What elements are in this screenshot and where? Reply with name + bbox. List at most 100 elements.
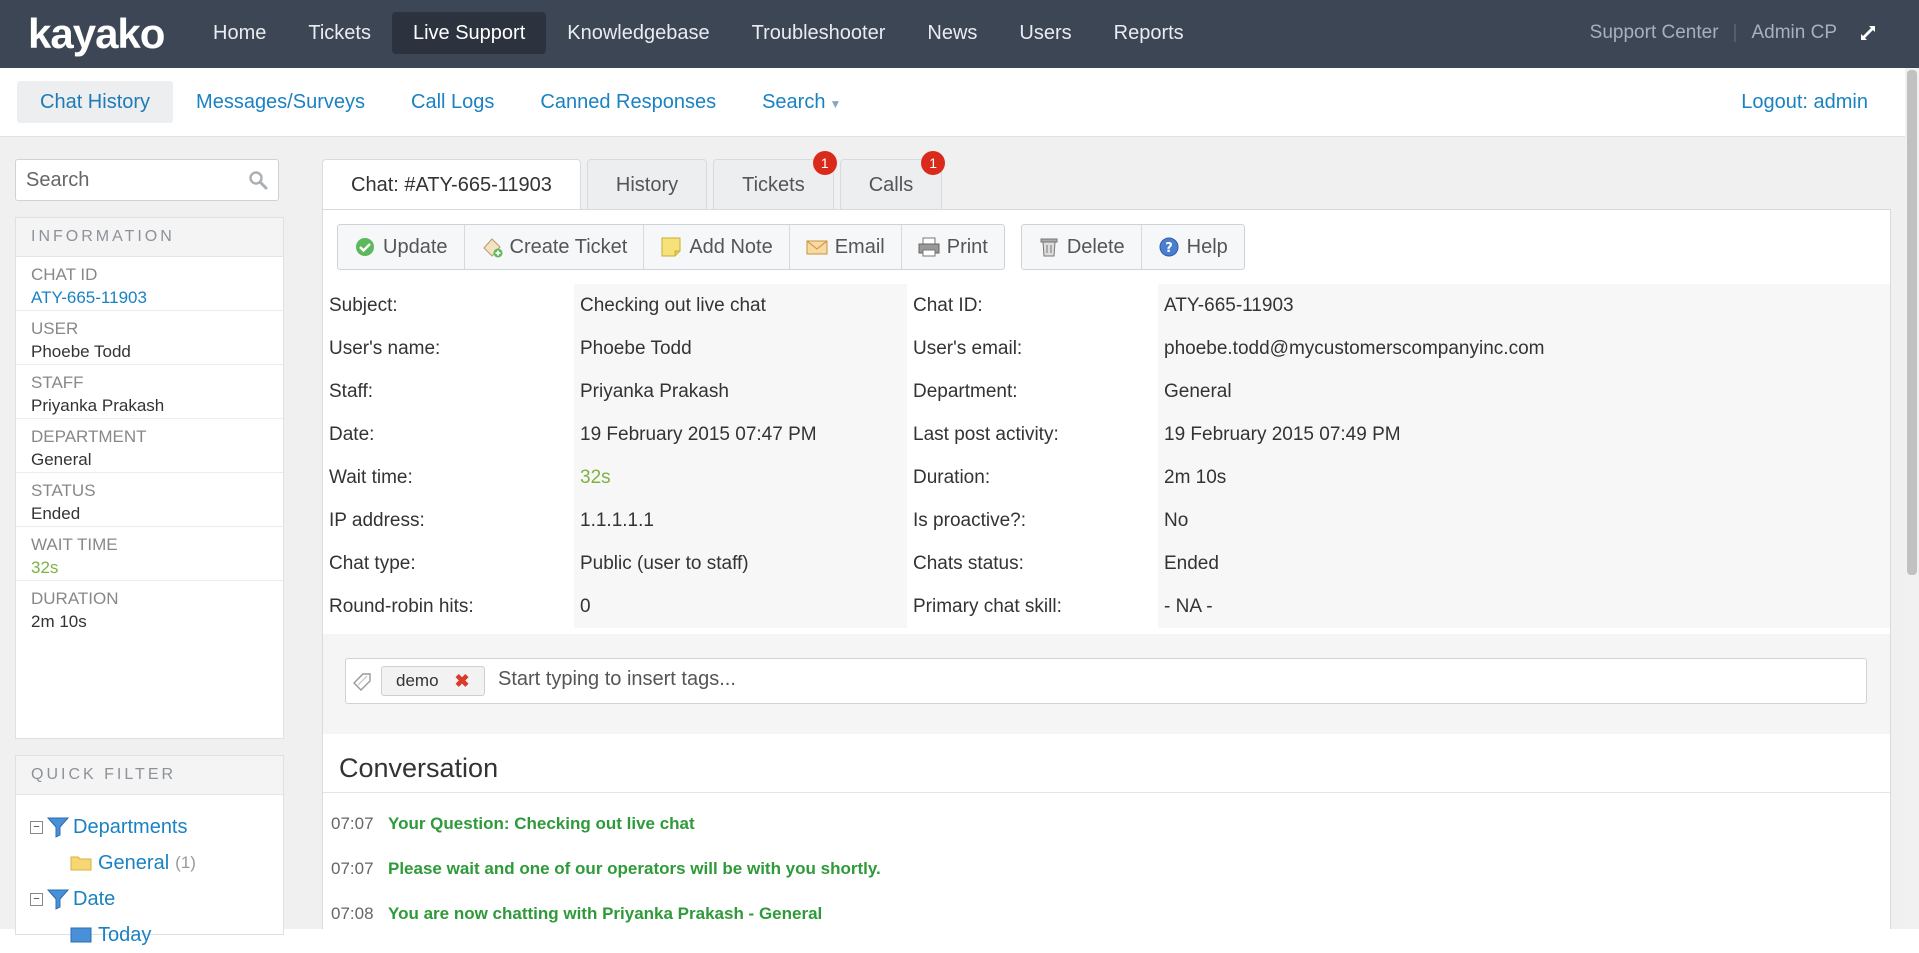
chat-tabs: Chat: #ATY-665-11903 History Tickets 1 C… bbox=[322, 151, 948, 210]
remove-tag-icon[interactable]: ✖ bbox=[455, 671, 470, 692]
subnav-call-logs[interactable]: Call Logs bbox=[388, 81, 517, 123]
subnav-chat-history[interactable]: Chat History bbox=[17, 81, 174, 123]
details-row: IP address: 1.1.1.1.1 Is proactive?: No bbox=[323, 499, 1890, 542]
info-value: Priyanka Prakash bbox=[31, 396, 165, 415]
nav-news[interactable]: News bbox=[906, 12, 998, 54]
nav-reports[interactable]: Reports bbox=[1093, 12, 1205, 54]
message-text: You are now chatting with Priyanka Praka… bbox=[388, 904, 823, 923]
nav-users[interactable]: Users bbox=[998, 12, 1092, 54]
tab-history[interactable]: History bbox=[586, 159, 708, 209]
tree-departments-label: Departments bbox=[73, 815, 188, 838]
detail-value: General bbox=[1158, 370, 1890, 413]
search-icon[interactable] bbox=[248, 170, 268, 190]
top-navbar: kayako Home Tickets Live Support Knowled… bbox=[0, 0, 1919, 68]
tree-date[interactable]: − Date bbox=[30, 881, 283, 917]
info-label: CHAT ID bbox=[31, 265, 98, 284]
tree-today[interactable]: Today bbox=[30, 917, 283, 953]
tag-chip: demo ✖ bbox=[381, 666, 485, 696]
message-time: 07:07 bbox=[331, 814, 374, 833]
detail-value: Ended bbox=[1158, 542, 1890, 585]
information-panel: INFORMATION CHAT ID ATY-665-11903 USER P… bbox=[15, 217, 284, 739]
tab-chat[interactable]: Chat: #ATY-665-11903 bbox=[322, 159, 581, 210]
tag-box: demo ✖ bbox=[345, 658, 1867, 704]
subnav-search[interactable]: Search ▼ bbox=[739, 81, 864, 123]
kayako-logo[interactable]: kayako bbox=[28, 10, 165, 58]
tag-area: demo ✖ bbox=[323, 634, 1890, 734]
details-row: Subject: Checking out live chat Chat ID:… bbox=[323, 284, 1890, 327]
detail-value: phoebe.todd@mycustomerscompanyinc.com bbox=[1158, 327, 1890, 370]
divider bbox=[323, 792, 1890, 793]
tag-icon bbox=[353, 673, 371, 691]
detail-value: 2m 10s bbox=[1158, 456, 1890, 499]
nav-troubleshooter[interactable]: Troubleshooter bbox=[731, 12, 907, 54]
page-scrollbar-thumb[interactable] bbox=[1907, 70, 1917, 575]
conversation-message: 07:07 Please wait and one of our operato… bbox=[331, 859, 881, 879]
filter-tree: − Departments General (1) − Date Today bbox=[16, 795, 283, 953]
collapse-icon[interactable]: − bbox=[30, 892, 43, 906]
tab-tickets[interactable]: Tickets 1 bbox=[713, 151, 837, 209]
logout-link[interactable]: Logout: admin bbox=[1741, 91, 1868, 114]
detail-value: ATY-665-11903 bbox=[1158, 284, 1890, 327]
ticket-add-icon bbox=[482, 238, 502, 258]
tree-date-label: Date bbox=[73, 887, 116, 910]
detail-label: Date: bbox=[323, 413, 574, 456]
tickets-count-badge: 1 bbox=[812, 151, 837, 175]
email-button[interactable]: Email bbox=[790, 225, 902, 269]
detail-value: 19 February 2015 07:49 PM bbox=[1158, 413, 1890, 456]
sub-nav: Chat History Messages/Surveys Call Logs … bbox=[17, 81, 864, 123]
update-button[interactable]: Update bbox=[338, 225, 465, 269]
information-title: INFORMATION bbox=[16, 218, 283, 257]
info-status: STATUS Ended bbox=[16, 473, 283, 527]
detail-value: Phoebe Todd bbox=[574, 327, 907, 370]
calls-count-badge: 1 bbox=[921, 151, 946, 175]
action-toolbar: Update Create Ticket Add Note Email Prin… bbox=[337, 224, 1261, 270]
tree-general-label: General bbox=[98, 851, 170, 874]
secondary-actions: Delete ? Help bbox=[1020, 224, 1245, 270]
detail-label: Is proactive?: bbox=[907, 499, 1158, 542]
info-value: 32s bbox=[31, 558, 59, 577]
tree-general[interactable]: General (1) bbox=[30, 845, 283, 881]
info-value: Ended bbox=[31, 504, 81, 523]
tag-input[interactable] bbox=[496, 667, 1800, 692]
detail-value: 19 February 2015 07:47 PM bbox=[574, 413, 907, 456]
funnel-icon bbox=[47, 817, 69, 838]
details-row: Staff: Priyanka Prakash Department: Gene… bbox=[323, 370, 1890, 413]
separator: | bbox=[1732, 22, 1738, 43]
expand-icon[interactable] bbox=[1859, 24, 1877, 42]
nav-home[interactable]: Home bbox=[192, 12, 287, 54]
info-department: DEPARTMENT General bbox=[16, 419, 283, 473]
help-button[interactable]: ? Help bbox=[1142, 225, 1244, 269]
nav-tickets[interactable]: Tickets bbox=[287, 12, 392, 54]
primary-actions: Update Create Ticket Add Note Email Prin… bbox=[337, 224, 1005, 270]
detail-label: Subject: bbox=[323, 284, 574, 327]
update-label: Update bbox=[383, 235, 448, 258]
note-icon bbox=[661, 237, 681, 257]
sidebar-search bbox=[15, 159, 279, 201]
sidebar-search-input[interactable] bbox=[16, 160, 246, 201]
detail-value: 0 bbox=[574, 585, 907, 628]
info-value: 2m 10s bbox=[31, 612, 87, 631]
info-label: USER bbox=[31, 319, 79, 338]
nav-live-support[interactable]: Live Support bbox=[391, 12, 547, 54]
delete-button[interactable]: Delete bbox=[1022, 225, 1142, 269]
nav-knowledgebase[interactable]: Knowledgebase bbox=[546, 12, 730, 54]
print-button[interactable]: Print bbox=[902, 225, 1004, 269]
collapse-icon[interactable]: − bbox=[30, 820, 43, 834]
tab-calls-label: Calls bbox=[868, 174, 914, 196]
detail-label: Round-robin hits: bbox=[323, 585, 574, 628]
info-label: STATUS bbox=[31, 481, 96, 500]
main-nav: Home Tickets Live Support Knowledgebase … bbox=[192, 12, 1205, 54]
create-ticket-button[interactable]: Create Ticket bbox=[465, 225, 645, 269]
add-note-button[interactable]: Add Note bbox=[644, 225, 790, 269]
subnav-canned-responses[interactable]: Canned Responses bbox=[517, 81, 739, 123]
info-value[interactable]: ATY-665-11903 bbox=[31, 285, 268, 311]
tab-calls[interactable]: Calls 1 bbox=[839, 151, 946, 209]
tree-departments[interactable]: − Departments bbox=[30, 809, 283, 845]
admin-cp-link[interactable]: Admin CP bbox=[1751, 22, 1837, 44]
subnav-messages-surveys[interactable]: Messages/Surveys bbox=[173, 81, 388, 123]
info-label: DURATION bbox=[31, 589, 119, 608]
detail-label: Primary chat skill: bbox=[907, 585, 1158, 628]
support-center-link[interactable]: Support Center bbox=[1590, 22, 1719, 44]
conversation-title: Conversation bbox=[339, 753, 499, 783]
top-right-links: Support Center | Admin CP bbox=[1590, 22, 1877, 44]
